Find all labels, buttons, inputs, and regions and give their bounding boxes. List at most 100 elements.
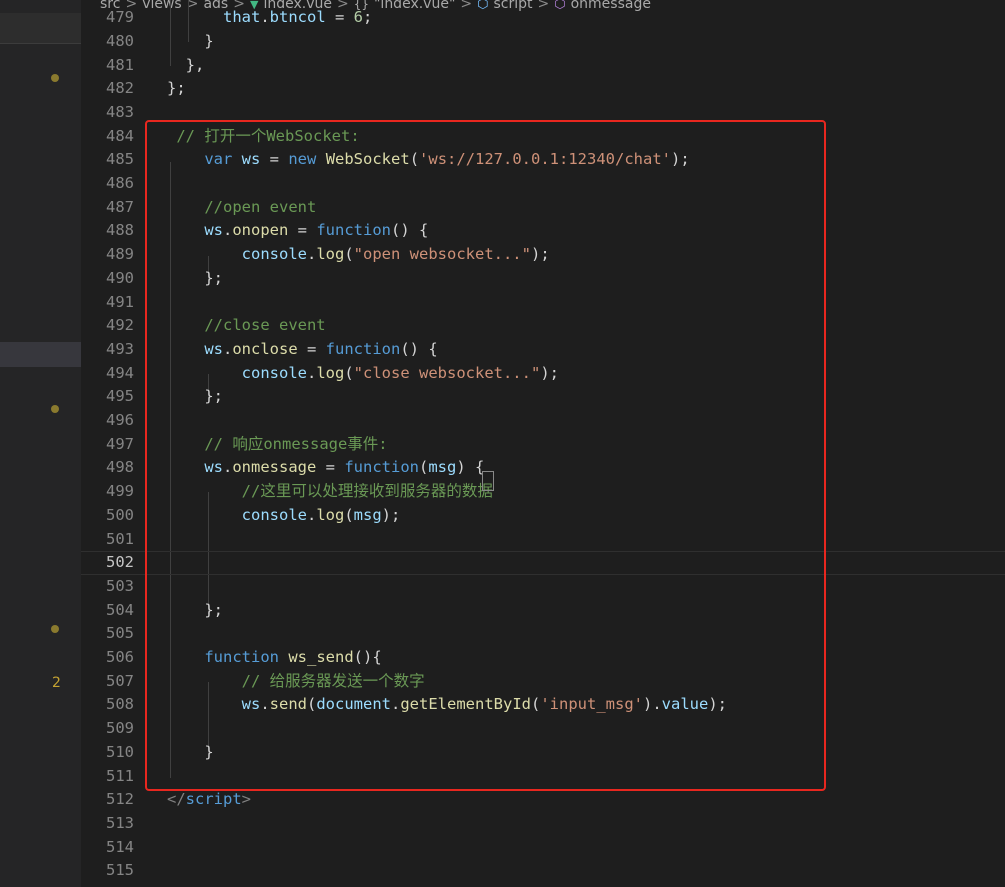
- code-text[interactable]: ws.onopen = function() {: [167, 219, 428, 243]
- code-line[interactable]: 485 var ws = new WebSocket('ws://127.0.0…: [81, 148, 1005, 172]
- code-text[interactable]: };: [167, 77, 186, 101]
- code-editor[interactable]: 479 that.btncol = 6; 480 } 481 }, 482}; 483 4…: [81, 0, 1005, 887]
- code-text[interactable]: // 打开一个WebSocket:: [167, 125, 359, 149]
- code-line[interactable]: 512 </script>: [81, 788, 1005, 812]
- code-text[interactable]: }: [167, 30, 214, 54]
- code-line[interactable]: 501: [81, 528, 1005, 552]
- code-token: );: [708, 695, 728, 714]
- code-text[interactable]: that.btncol = 6;: [167, 6, 372, 30]
- sidebar-selected-item[interactable]: [0, 342, 81, 367]
- code-token: //open event: [204, 197, 317, 216]
- code-line[interactable]: 497 // 响应onmessage事件:: [81, 433, 1005, 457]
- code-line[interactable]: 502: [81, 551, 1005, 575]
- code-line[interactable]: 503: [81, 575, 1005, 599]
- code-line[interactable]: 511: [81, 765, 1005, 789]
- code-text[interactable]: </script>: [167, 788, 251, 812]
- code-token: };: [167, 268, 223, 287]
- code-text[interactable]: },: [167, 54, 205, 78]
- code-line[interactable]: 484 // 打开一个WebSocket:: [81, 125, 1005, 149]
- code-line[interactable]: 515: [81, 859, 1005, 883]
- code-line[interactable]: 495 };: [81, 385, 1005, 409]
- code-text[interactable]: //open event: [167, 196, 316, 220]
- code-text[interactable]: console.log(msg);: [167, 504, 401, 528]
- code-line[interactable]: 487 //open event: [81, 196, 1005, 220]
- code-token: // 给服务器发送一个数字: [241, 671, 425, 690]
- code-text[interactable]: var ws = new WebSocket('ws://127.0.0.1:1…: [167, 148, 689, 172]
- code-line[interactable]: 490 };: [81, 267, 1005, 291]
- code-line[interactable]: 479 that.btncol = 6;: [81, 6, 1005, 30]
- code-line[interactable]: 486: [81, 172, 1005, 196]
- code-text[interactable]: // 给服务器发送一个数字: [167, 670, 425, 694]
- code-text[interactable]: ws.send(document.getElementById('input_m…: [167, 693, 727, 717]
- code-token: .: [260, 8, 270, 27]
- code-line[interactable]: 507 // 给服务器发送一个数字: [81, 670, 1005, 694]
- code-text[interactable]: // 响应onmessage事件:: [167, 433, 387, 457]
- code-line[interactable]: 481 },: [81, 54, 1005, 78]
- code-token: =: [325, 8, 354, 27]
- line-number: 510: [106, 742, 134, 761]
- code-line[interactable]: 498 ws.onmessage = function(msg) {: [81, 456, 1005, 480]
- line-number: 489: [106, 245, 134, 264]
- code-line[interactable]: 489 console.log("open websocket...");: [81, 243, 1005, 267]
- code-line[interactable]: 494 console.log("close websocket...");: [81, 362, 1005, 386]
- code-line[interactable]: 499 //这里可以处理接收到服务器的数据: [81, 480, 1005, 504]
- line-number: 498: [106, 458, 134, 477]
- code-line[interactable]: 496: [81, 409, 1005, 433]
- code-line[interactable]: 513: [81, 812, 1005, 836]
- code-text[interactable]: function ws_send(){: [167, 646, 381, 670]
- code-line[interactable]: 509: [81, 717, 1005, 741]
- code-text[interactable]: //这里可以处理接收到服务器的数据: [167, 480, 493, 504]
- code-line[interactable]: 510 }: [81, 741, 1005, 765]
- code-token: =: [288, 221, 317, 240]
- code-text[interactable]: }: [167, 741, 213, 765]
- code-line[interactable]: 482};: [81, 77, 1005, 101]
- code-line[interactable]: 492 //close event: [81, 314, 1005, 338]
- code-token: getElementById: [400, 695, 531, 714]
- line-number: 486: [106, 174, 134, 193]
- code-line[interactable]: 508 ws.send(document.getElementById('inp…: [81, 693, 1005, 717]
- code-text[interactable]: };: [167, 385, 223, 409]
- code-token: ws: [241, 150, 261, 169]
- code-text[interactable]: console.log("open websocket...");: [167, 243, 550, 267]
- code-token: () {: [391, 221, 429, 240]
- code-line[interactable]: 480 }: [81, 30, 1005, 54]
- code-text[interactable]: //close event: [167, 314, 325, 338]
- line-number: 497: [106, 434, 134, 453]
- code-token: document: [316, 695, 391, 714]
- code-text[interactable]: };: [167, 267, 223, 291]
- code-line[interactable]: 491: [81, 291, 1005, 315]
- code-line[interactable]: 493 ws.onclose = function() {: [81, 338, 1005, 362]
- code-token: onopen: [232, 221, 289, 240]
- code-token: (: [409, 150, 420, 169]
- code-token: (: [307, 695, 317, 714]
- code-text[interactable]: };: [167, 599, 223, 623]
- code-line[interactable]: 500 console.log(msg);: [81, 504, 1005, 528]
- code-text[interactable]: console.log("close websocket...");: [167, 362, 559, 386]
- code-token: ws: [204, 458, 223, 477]
- code-line[interactable]: 506 function ws_send(){: [81, 646, 1005, 670]
- code-text[interactable]: ws.onmessage = function(msg) {: [167, 456, 484, 480]
- code-token: }: [167, 31, 214, 50]
- code-line[interactable]: 504 };: [81, 599, 1005, 623]
- problem-count-badge[interactable]: 2: [52, 675, 61, 691]
- code-line[interactable]: 505: [81, 622, 1005, 646]
- code-token: "open websocket...": [353, 245, 531, 264]
- code-token: =: [260, 150, 289, 169]
- code-token: 'ws://127.0.0.1:12340/chat': [419, 150, 671, 169]
- code-line[interactable]: 514: [81, 836, 1005, 860]
- code-line[interactable]: 488 ws.onopen = function() {: [81, 219, 1005, 243]
- line-number: 515: [106, 861, 134, 880]
- code-text[interactable]: ws.onclose = function() {: [167, 338, 437, 362]
- line-number: 482: [106, 79, 134, 98]
- code-line[interactable]: 483: [81, 101, 1005, 125]
